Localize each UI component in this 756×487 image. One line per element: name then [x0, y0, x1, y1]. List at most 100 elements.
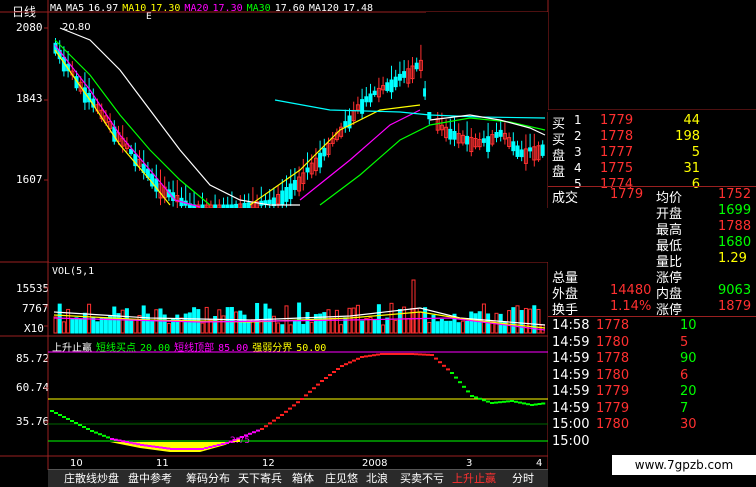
volume-bar: [343, 317, 348, 334]
indicator-step: [125, 441, 129, 443]
orderbook-price: 1778: [600, 129, 634, 144]
volume-bar: [528, 308, 533, 334]
volume-bar: [381, 324, 386, 334]
volume-bar: [376, 304, 381, 334]
tab-6[interactable]: 北浪: [366, 470, 388, 485]
volume-bar: [200, 322, 205, 334]
volume-bar: [351, 307, 356, 334]
volume-bar: [112, 306, 117, 334]
stat-value-2: 1699: [718, 203, 752, 218]
indicator-step: [280, 414, 284, 416]
tab-3[interactable]: 天下寄兵: [238, 470, 282, 485]
tab-7[interactable]: 买卖不亏: [400, 470, 444, 485]
volume-bar: [208, 319, 213, 334]
orderbook-price: 1775: [600, 161, 634, 176]
buy-zone-fill: [110, 438, 240, 452]
orderbook-price: 1777: [600, 145, 634, 160]
volume-bar: [53, 316, 58, 334]
indicator-step: [402, 353, 407, 355]
stat-value-2: 1680: [718, 235, 752, 250]
x-tick: 11: [156, 458, 169, 469]
tick-vol: 20: [680, 384, 697, 399]
volume-bar: [150, 319, 155, 334]
ma-header-item-5: MA20: [184, 3, 209, 14]
volume-bar: [385, 317, 390, 334]
indicator-step: [248, 432, 252, 435]
indicator-step: [438, 361, 442, 364]
ma-header-item-10: 17.48: [342, 3, 374, 14]
indicator-step: [502, 400, 506, 403]
price-panel[interactable]: 日线 MA MA5 16.97 MA10 17.30 MA20 17.30 MA30 17.60…: [0, 0, 548, 262]
volume-bar: [259, 319, 264, 334]
volume-bar: [456, 322, 461, 334]
volume-bar: [519, 310, 524, 334]
tab-9[interactable]: 分时: [512, 470, 534, 485]
indicator-step: [494, 401, 498, 404]
indicator-step: [430, 354, 434, 356]
volume-bar: [116, 313, 121, 334]
tab-1[interactable]: 盘中参考: [128, 470, 172, 485]
x-tick: 4: [536, 458, 543, 469]
ind-tick-3: 35.76: [16, 415, 50, 428]
quote-divider: [548, 316, 756, 317]
price-tick-low: 1607: [16, 173, 43, 186]
tab-2[interactable]: 筹码分布: [186, 470, 230, 485]
indicator-step: [264, 425, 268, 428]
indicator-step: [66, 418, 70, 420]
volume-bar: [523, 307, 528, 334]
ma-header-item-3: MA10: [122, 3, 147, 14]
tab-4[interactable]: 箱体: [292, 470, 314, 485]
indicator-step: [514, 400, 518, 403]
volume-bar: [154, 309, 159, 334]
indicator-step: [352, 359, 356, 362]
volume-bar: [418, 311, 423, 334]
ma-header-item-2: 16.97: [88, 3, 119, 14]
indicator-title-item-0: 上升止赢: [52, 343, 92, 354]
volume-bar: [301, 323, 306, 334]
volume-bar: [389, 302, 394, 334]
volume-bar: [439, 318, 444, 334]
indicator-step: [450, 372, 454, 374]
indicator-step: [340, 365, 344, 367]
stat-value: 1779: [610, 187, 644, 202]
indicator-step: [208, 446, 213, 448]
stat-value-2: 1879: [718, 299, 752, 314]
indicator-step: [518, 401, 522, 404]
volume-bar: [133, 318, 138, 334]
ma-header-item-8: 17.60: [274, 3, 305, 14]
volume-bar: [225, 307, 230, 334]
ind-tick-1: 85.72: [16, 352, 50, 365]
tab-8[interactable]: 上升止赢: [452, 470, 496, 485]
indicator-step: [252, 431, 256, 434]
volume-bar: [427, 321, 432, 334]
indicator-header: 上升止赢 短线买点 20.00 短线顶部 85.00 强弱分界 50.00: [52, 339, 330, 354]
tick-time: 14:59: [552, 351, 590, 366]
indicator-title-item-3: 短线顶部: [174, 343, 215, 354]
volume-bar: [57, 303, 62, 334]
volume-bar: [414, 308, 419, 334]
indicator-step: [166, 447, 171, 450]
volume-bar: [124, 308, 129, 334]
indicator-step: [216, 444, 221, 446]
tab-5[interactable]: 庄见悠: [325, 470, 358, 485]
indicator-step: [442, 364, 446, 367]
vol-ma10-line: [53, 311, 546, 329]
stat-value: 14480: [610, 283, 652, 298]
tab-0[interactable]: 庄散线炒盘: [64, 470, 119, 485]
indicator-step: [312, 387, 316, 390]
indicator-step: [328, 374, 332, 376]
volume-bar: [145, 313, 150, 334]
tick-time: 14:59: [552, 334, 590, 350]
indicator-step: [170, 448, 174, 450]
volume-bar: [284, 305, 289, 334]
indicator-step: [336, 368, 340, 370]
volume-bar: [234, 311, 239, 334]
indicator-step: [360, 356, 364, 358]
indicator-step: [106, 436, 110, 439]
volume-bar: [536, 308, 541, 334]
indicator-step: [288, 407, 292, 410]
x-tick: 2008: [362, 458, 388, 469]
volume-bar: [61, 321, 66, 334]
indicator-step: [74, 422, 78, 424]
stat-value: 1.14%: [610, 299, 652, 314]
